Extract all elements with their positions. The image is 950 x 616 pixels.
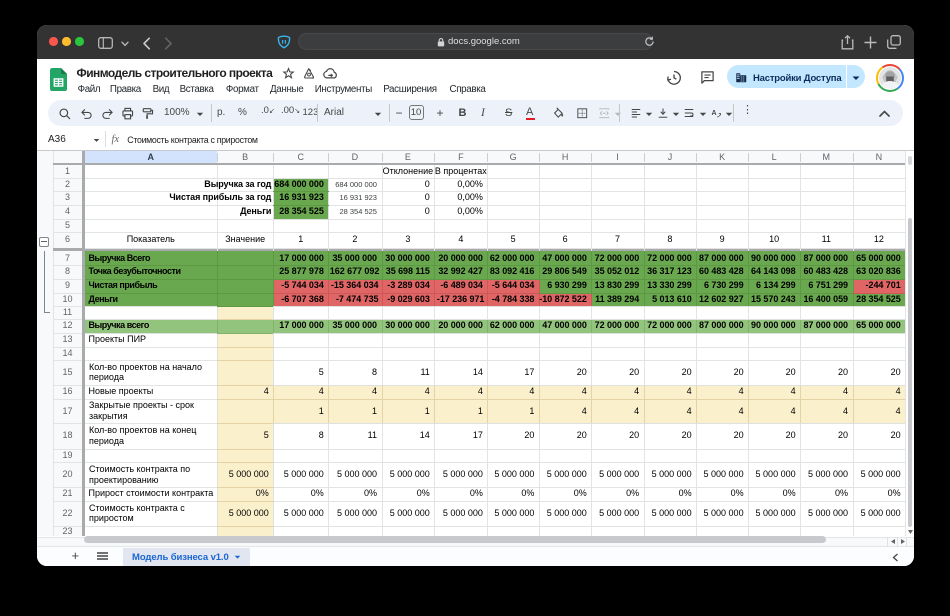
svg-text:A: A xyxy=(712,110,717,117)
